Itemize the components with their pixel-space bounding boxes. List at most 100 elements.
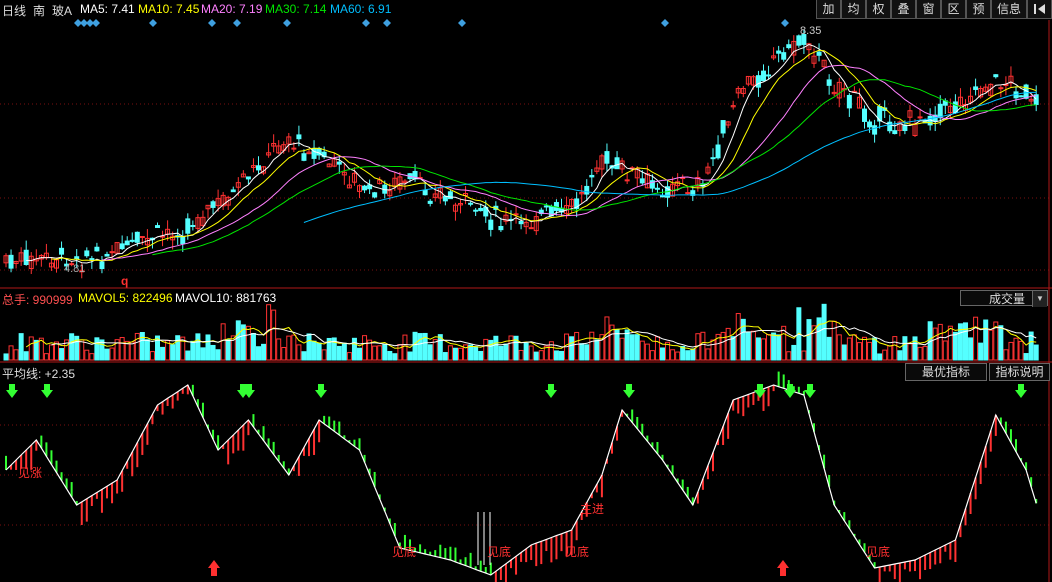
volume-bar <box>952 331 958 361</box>
volume-bar <box>553 350 559 361</box>
volume-bar <box>382 344 388 361</box>
volume-bar <box>392 353 398 361</box>
volume-bar <box>452 347 458 361</box>
candle-body <box>124 240 130 246</box>
volume-bar <box>826 336 832 361</box>
volume-bar <box>104 348 110 361</box>
volume-bar <box>321 349 327 361</box>
volume-bar <box>937 323 943 361</box>
volume-bar <box>851 334 857 361</box>
candle-body <box>94 246 100 252</box>
volume-bar <box>1023 353 1029 361</box>
volume-bar <box>442 352 448 361</box>
volume-bar <box>3 353 9 361</box>
volume-bar <box>654 336 660 361</box>
volume-bar <box>629 334 635 361</box>
volume-bar <box>907 343 913 361</box>
volume-bar <box>200 347 206 361</box>
volume-bar <box>831 320 837 361</box>
volume-bar <box>427 344 433 361</box>
low-price-label: 4.81 <box>64 263 86 275</box>
candle-body <box>104 253 110 257</box>
volume-bar <box>306 333 312 361</box>
candle-body <box>362 185 368 191</box>
candle-body <box>639 178 645 184</box>
ma-line <box>51 49 1037 262</box>
candle-body <box>755 75 761 88</box>
volume-bar <box>963 322 968 361</box>
signal-diamond <box>92 19 100 27</box>
candle-body <box>892 130 898 135</box>
candle-body <box>660 195 665 198</box>
candle-body <box>468 202 474 205</box>
candle-body <box>993 74 999 78</box>
candle-body <box>796 35 802 46</box>
volume-bar <box>680 345 686 361</box>
volume-bar <box>1003 349 1009 361</box>
signal-label-jiandi: 见底 <box>392 545 417 559</box>
volume-bar <box>750 330 756 361</box>
volume-bar <box>584 344 590 361</box>
candle-body <box>155 225 160 228</box>
candle-body <box>296 134 302 140</box>
down-arrow-icon <box>315 384 327 398</box>
volume-bar <box>59 348 65 361</box>
volume-bar <box>205 334 211 361</box>
volume-bar <box>170 344 176 361</box>
volume-bar <box>256 346 261 361</box>
best-indicator-button[interactable]: 最优指标 <box>905 363 987 381</box>
volume-bar <box>488 339 494 361</box>
up-arrow-icon <box>208 560 220 576</box>
volume-bar <box>523 342 529 361</box>
candle-body <box>624 179 630 182</box>
mavol5-value: MAVOL5: 822496 <box>78 291 173 305</box>
volume-bar <box>897 350 903 361</box>
candle-body <box>887 121 893 132</box>
volume-bar <box>1033 344 1039 361</box>
volume-bar <box>281 347 287 361</box>
volume-bar <box>508 335 514 361</box>
candle-body <box>584 185 590 195</box>
down-arrow-icon <box>784 384 796 398</box>
volume-bar <box>89 353 95 361</box>
volume-bar <box>245 325 251 361</box>
volume-indicator-select[interactable]: 成交量 ▼ <box>960 290 1048 307</box>
volume-bar <box>836 334 842 361</box>
volume-bar <box>250 332 256 361</box>
down-arrow-icon <box>623 384 635 398</box>
volume-bar <box>210 344 216 361</box>
candle-body <box>498 225 504 231</box>
volume-bar <box>983 319 989 361</box>
volume-bar <box>720 331 726 361</box>
volume-bar <box>705 348 711 361</box>
signal-diamond <box>283 19 291 27</box>
volume-bar <box>660 347 665 361</box>
volume-bar <box>129 341 135 361</box>
volume-indicator-select-value: 成交量 <box>989 292 1026 306</box>
chevron-down-icon[interactable]: ▼ <box>1032 291 1047 307</box>
volume-bar <box>973 316 979 361</box>
signal-diamond <box>661 19 669 27</box>
volume-bar <box>821 303 827 361</box>
volume-bar <box>336 345 342 361</box>
volume-bar <box>69 333 75 361</box>
volume-bar <box>649 350 655 361</box>
volume-bar <box>801 350 807 361</box>
candle-body <box>180 236 186 245</box>
volume-bar <box>271 309 277 361</box>
candle-body <box>129 239 135 242</box>
candle-body <box>478 207 484 212</box>
down-arrow-icon <box>545 384 557 398</box>
volume-bar <box>109 347 115 361</box>
candle-body <box>973 86 979 90</box>
volume-bar <box>478 350 484 361</box>
candle-body <box>826 79 832 86</box>
volume-bar <box>877 353 883 361</box>
volume-bar <box>902 336 908 361</box>
volume-bar <box>220 323 226 361</box>
volume-bar <box>766 333 772 361</box>
volume-bar <box>402 334 408 361</box>
candle-body <box>786 44 792 49</box>
indicator-explain-button[interactable]: 指标说明 <box>989 363 1050 381</box>
volume-bar <box>569 336 575 361</box>
